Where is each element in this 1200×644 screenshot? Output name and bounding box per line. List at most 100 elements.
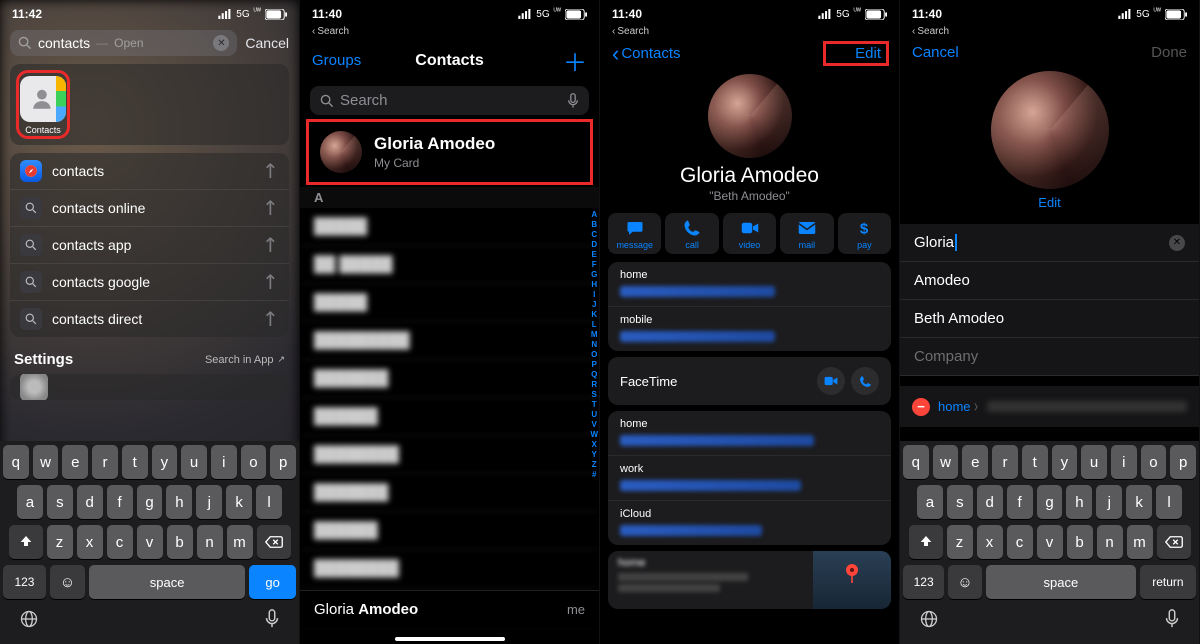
key-m[interactable]: m (227, 525, 253, 559)
key-k[interactable]: k (1126, 485, 1152, 519)
key-x[interactable]: x (977, 525, 1003, 559)
email-row[interactable]: work (608, 456, 891, 501)
clear-search-icon[interactable]: ✕ (213, 35, 229, 51)
key-n[interactable]: n (197, 525, 223, 559)
suggestion-item[interactable]: contacts google ↗ (10, 264, 289, 301)
backspace-key[interactable] (257, 525, 291, 559)
shift-key[interactable] (9, 525, 43, 559)
return-key[interactable]: return (1140, 565, 1196, 599)
index-letter[interactable]: F (590, 260, 598, 270)
edit-button[interactable]: Edit (825, 43, 887, 64)
space-key[interactable]: space (89, 565, 245, 599)
key-x[interactable]: x (77, 525, 103, 559)
contact-row[interactable]: █████████ (300, 322, 599, 360)
key-l[interactable]: l (1156, 485, 1182, 519)
key-v[interactable]: v (1037, 525, 1063, 559)
dictation-icon[interactable] (567, 93, 579, 109)
bottom-me-row[interactable]: Gloria Amodeo me (300, 590, 599, 628)
globe-icon[interactable] (919, 609, 939, 634)
index-letter[interactable]: Y (590, 450, 598, 460)
key-z[interactable]: z (947, 525, 973, 559)
facetime-video-button[interactable] (817, 367, 845, 395)
index-letter[interactable]: L (590, 320, 598, 330)
index-letter[interactable]: Z (590, 460, 598, 470)
key-p[interactable]: p (1170, 445, 1196, 479)
shift-key[interactable] (909, 525, 943, 559)
contact-row[interactable]: ███████ (300, 474, 599, 512)
keyboard[interactable]: qwertyuiop asdfghjkl zxcvbnm 123 ☺ space… (900, 441, 1199, 644)
dictation-icon[interactable] (264, 609, 280, 634)
key-j[interactable]: j (196, 485, 222, 519)
index-letter[interactable]: N (590, 340, 598, 350)
contacts-search-field[interactable]: Search (310, 86, 589, 115)
key-t[interactable]: t (122, 445, 148, 479)
action-message[interactable]: message (608, 213, 661, 254)
index-letter[interactable]: V (590, 420, 598, 430)
cancel-button[interactable]: Cancel (245, 35, 289, 51)
contact-row[interactable]: ██ █████ (300, 246, 599, 284)
back-button[interactable]: ‹Contacts (612, 45, 681, 62)
alphabet-index[interactable]: ABCDEFGHIJKLMNOPQRSTUVWXYZ# (590, 210, 598, 480)
index-letter[interactable]: H (590, 280, 598, 290)
email-row[interactable]: iCloud (608, 501, 891, 545)
key-g[interactable]: g (137, 485, 163, 519)
key-a[interactable]: a (17, 485, 43, 519)
number-key[interactable]: 123 (903, 565, 944, 599)
key-f[interactable]: f (1007, 485, 1033, 519)
index-letter[interactable]: U (590, 410, 598, 420)
key-p[interactable]: p (270, 445, 296, 479)
back-to-search[interactable]: ‹ Search (600, 26, 899, 39)
key-g[interactable]: g (1037, 485, 1063, 519)
action-pay[interactable]: $pay (838, 213, 891, 254)
key-c[interactable]: c (1007, 525, 1033, 559)
phone-value[interactable] (987, 401, 1187, 412)
action-mail[interactable]: mail (780, 213, 833, 254)
home-indicator[interactable] (395, 637, 505, 641)
index-letter[interactable]: I (590, 290, 598, 300)
index-letter[interactable]: K (590, 310, 598, 320)
index-letter[interactable]: R (590, 380, 598, 390)
key-b[interactable]: b (1067, 525, 1093, 559)
index-letter[interactable]: W (590, 430, 598, 440)
contact-row[interactable]: █████ (300, 284, 599, 322)
key-m[interactable]: m (1127, 525, 1153, 559)
done-button[interactable]: Done (1125, 44, 1187, 61)
cancel-button[interactable]: Cancel (912, 44, 974, 61)
add-contact-button[interactable]: ＋ (525, 43, 587, 78)
key-c[interactable]: c (107, 525, 133, 559)
contacts-scroll[interactable]: ███████ ████████████████████████████████… (300, 208, 599, 626)
first-name-field[interactable]: Gloria ✕ (900, 224, 1199, 262)
key-v[interactable]: v (137, 525, 163, 559)
groups-button[interactable]: Groups (312, 52, 374, 69)
dictation-icon[interactable] (1164, 609, 1180, 634)
index-letter[interactable]: E (590, 250, 598, 260)
phone-row[interactable]: home (608, 262, 891, 307)
key-e[interactable]: e (62, 445, 88, 479)
space-key[interactable]: space (986, 565, 1136, 599)
key-q[interactable]: q (903, 445, 929, 479)
index-letter[interactable]: M (590, 330, 598, 340)
index-letter[interactable]: A (590, 210, 598, 220)
key-k[interactable]: k (226, 485, 252, 519)
key-r[interactable]: r (92, 445, 118, 479)
go-key[interactable]: go (249, 565, 296, 599)
key-w[interactable]: w (33, 445, 59, 479)
phone-edit-row[interactable]: − home (900, 386, 1199, 427)
contact-row[interactable]: ██████ (300, 398, 599, 436)
back-to-search[interactable]: ‹ Search (900, 26, 1199, 39)
key-l[interactable]: l (256, 485, 282, 519)
clear-field-icon[interactable]: ✕ (1169, 235, 1185, 251)
index-letter[interactable]: Q (590, 370, 598, 380)
key-w[interactable]: w (933, 445, 959, 479)
index-letter[interactable]: X (590, 440, 598, 450)
keyboard[interactable]: qwertyuiop asdfghjkl zxcvbnm 123 ☺ space… (0, 441, 299, 644)
facetime-audio-button[interactable] (851, 367, 879, 395)
key-z[interactable]: z (47, 525, 73, 559)
key-r[interactable]: r (992, 445, 1018, 479)
phone-label-picker[interactable]: home (938, 396, 979, 417)
index-letter[interactable]: J (590, 300, 598, 310)
key-u[interactable]: u (181, 445, 207, 479)
key-n[interactable]: n (1097, 525, 1123, 559)
nickname-field[interactable]: Beth Amodeo (900, 300, 1199, 338)
delete-row-button[interactable]: − (912, 398, 930, 416)
